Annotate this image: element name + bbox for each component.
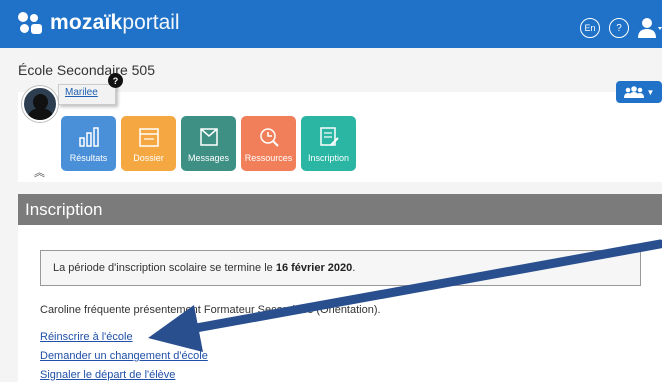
annotation-arrow: [148, 239, 662, 352]
